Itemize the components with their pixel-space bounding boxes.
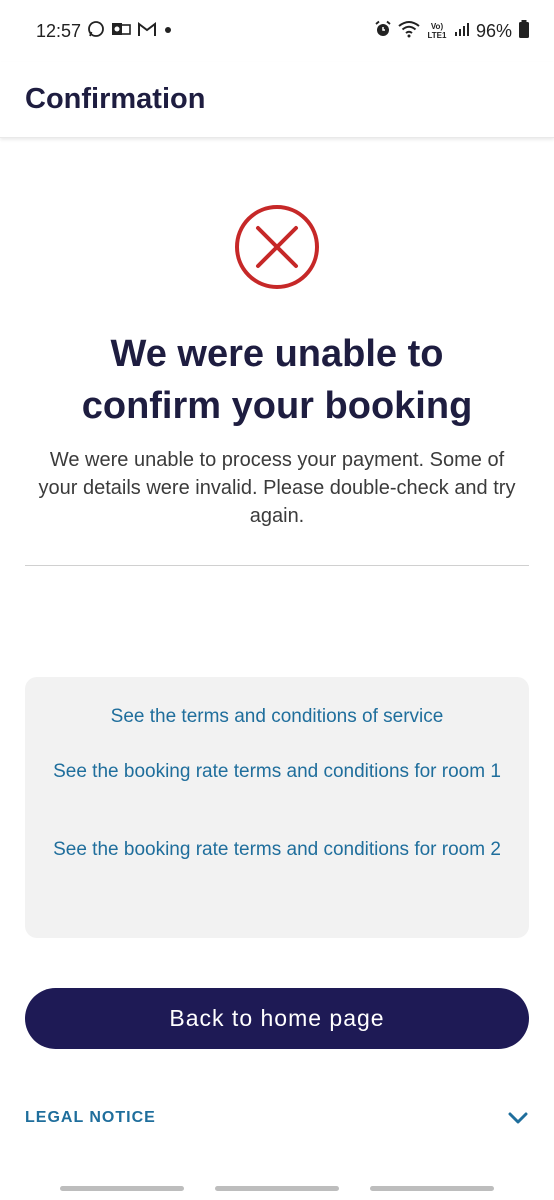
outlook-icon bbox=[111, 21, 131, 41]
volte-icon: Vo) LTE1 bbox=[427, 22, 447, 40]
nav-pill[interactable] bbox=[60, 1186, 184, 1191]
signal-icon bbox=[454, 21, 470, 41]
status-left: 12:57 bbox=[36, 20, 173, 42]
clock: 12:57 bbox=[36, 20, 82, 41]
page-title: Confirmation bbox=[25, 83, 206, 115]
status-right: Vo) LTE1 96% bbox=[374, 19, 530, 43]
result-message: We were unable to process your payment. … bbox=[38, 449, 516, 527]
bottom-navigation-bar bbox=[0, 1178, 554, 1200]
nav-pill[interactable] bbox=[370, 1186, 494, 1191]
room-1-rate-terms-link[interactable]: See the booking rate terms and condition… bbox=[45, 759, 509, 785]
divider bbox=[25, 565, 529, 566]
battery-percent: 96% bbox=[475, 20, 512, 41]
dot-icon bbox=[163, 23, 173, 39]
result-headline: We were unable to confirm your booking bbox=[81, 333, 473, 427]
terms-of-service-link[interactable]: See the terms and conditions of service bbox=[45, 704, 509, 730]
legal-notice-label: LEGAL NOTICE bbox=[25, 1109, 156, 1126]
room-2-rate-terms-link[interactable]: See the booking rate terms and condition… bbox=[45, 837, 509, 863]
nav-pill[interactable] bbox=[215, 1186, 339, 1191]
whatsapp-icon bbox=[87, 20, 105, 42]
wifi-icon bbox=[398, 20, 420, 42]
app-bar: Confirmation bbox=[0, 62, 554, 138]
battery-icon bbox=[518, 19, 530, 43]
alarm-icon bbox=[374, 20, 392, 42]
chevron-down-icon bbox=[507, 1107, 529, 1129]
legal-notice-toggle[interactable]: LEGAL NOTICE bbox=[25, 1098, 529, 1138]
back-to-home-button[interactable]: Back to home page bbox=[25, 988, 529, 1049]
error-x-circle-icon bbox=[234, 204, 320, 290]
status-bar: 12:57 Vo) LTE1 96% bbox=[0, 0, 554, 62]
terms-panel: See the terms and conditions of service … bbox=[25, 677, 529, 938]
gmail-icon bbox=[137, 21, 157, 41]
